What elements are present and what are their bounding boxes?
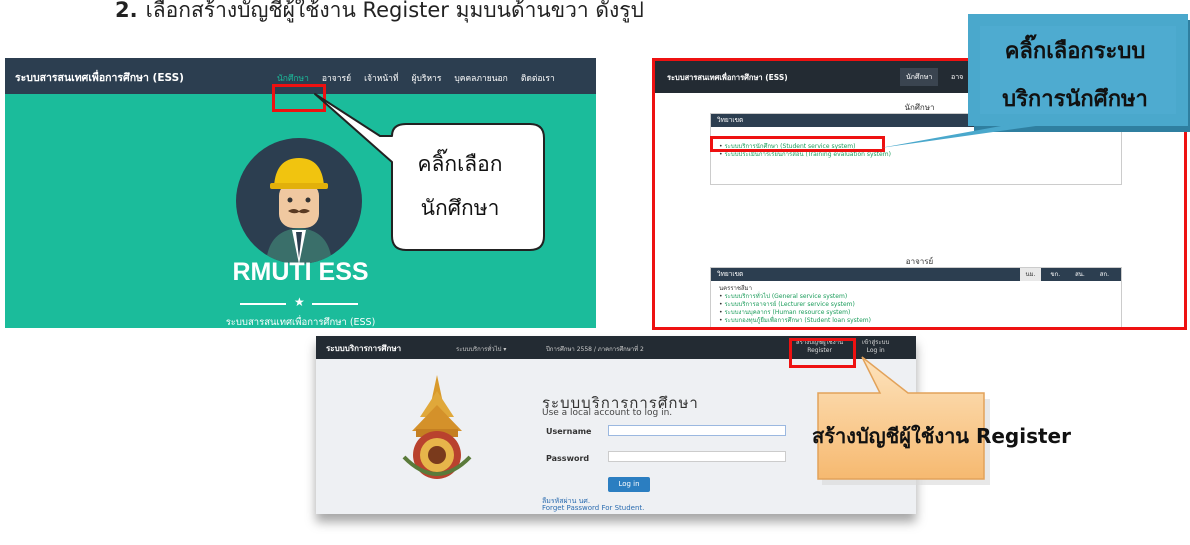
campus-tab-sk[interactable]: สก. [1094,268,1115,281]
link-student-loan[interactable]: ระบบกองทุนกู้ยืมเพื่อการศึกษา (Student l… [719,317,1113,325]
login-th-label: เข้าสู่ระบบ [862,339,890,346]
forgot-password-en-link[interactable]: Forget Password For Student. [542,504,644,512]
link-general-service[interactable]: ระบบบริการทั่วไป (General service system… [719,293,1113,301]
callout2-line-2: บริการนักศึกษา [1002,87,1148,112]
password-field[interactable] [608,451,786,462]
nav-academic-term[interactable]: ปีการศึกษา 2558 / ภาคการศึกษาที่ 2 [546,344,644,354]
menu-lecturer[interactable]: อาจารย์ [322,71,351,85]
menu-external[interactable]: บุคคลภายนอก [454,71,507,85]
service-brand[interactable]: ระบบบริการการศึกษา [326,342,401,355]
menu-student[interactable]: นักศึกษา [277,71,309,85]
login-subtitle: Use a local account to log in. [542,408,673,418]
star-icon: ★ [294,295,305,309]
callout-line-2: นักศึกษา [420,196,500,220]
card-body-2: นครราชสีมา ระบบบริการทั่วไป (General ser… [711,281,1121,327]
callout-create-account-register: สร้างบัญชีผู้ใช้งาน Register [812,424,1071,448]
campus-tabs: นม. ขก. สน. สก. [1019,268,1116,281]
login-en-label: Log in [866,347,885,354]
menu-contact[interactable]: ติดต่อเรา [521,71,555,85]
step-number: 2. [115,0,138,22]
callout-line-1: คลิ๊กเลือก [417,152,503,176]
callout-select-student-service: คลิ๊กเลือกระบบ บริการนักศึกษา [975,28,1175,124]
callout2-line-1: คลิ๊กเลือกระบบ [1004,39,1146,64]
campus-group-label: นครราชสีมา [719,285,752,292]
nav-general-services[interactable]: ระบบบริการทั่วไป ▾ [456,344,506,354]
link-lecturer-service[interactable]: ระบบบริการอาจารย์ (Lecturer service syst… [719,301,1113,309]
nav-login[interactable]: เข้าสู่ระบบ Log in [862,339,889,355]
callout-select-student: คลิ๊กเลือก นักศึกษา [380,142,540,230]
campus-tab-kk[interactable]: ขก. [1044,268,1066,281]
title-divider: ★ [240,295,360,310]
username-label: Username [546,427,592,436]
university-seal-icon [402,375,472,479]
ess-title: RMUTI ESS [232,258,369,286]
card-head-2: วิทยาเขต นม. ขก. สน. สก. [711,268,1121,281]
lecturer-campus-card: วิทยาเขต นม. ขก. สน. สก. นครราชสีมา ระบบ… [710,267,1122,327]
login-button[interactable]: Log in [608,477,650,492]
menu-staff[interactable]: เจ้าหน้าที่ [364,71,398,85]
campus-tab-nm[interactable]: นม. [1019,268,1042,281]
link-human-resource[interactable]: ระบบงานบุคลากร (Human resource system) [719,309,1113,317]
ess-subtitle: ระบบสารสนเทศเพื่อการศึกษา (ESS) [225,317,376,328]
ess-menu: นักศึกษา อาจารย์ เจ้าหน้าที่ ผู้บริหาร บ… [277,71,555,85]
username-field[interactable] [608,425,786,436]
menu-executive[interactable]: ผู้บริหาร [412,71,442,85]
password-label: Password [546,454,590,463]
card-head-label: วิทยาเขต [717,270,744,278]
ess-brand[interactable]: ระบบสารสนเทศเพื่อการศึกษา (ESS) [15,69,184,86]
campus-tab-sn[interactable]: สน. [1069,268,1091,281]
step-text: เลือกสร้างบัญชีผู้ใช้งาน Register มุมบนด… [145,0,644,22]
instruction-heading: 2. เลือกสร้างบัญชีผู้ใช้งาน Register มุมบ… [115,0,644,27]
